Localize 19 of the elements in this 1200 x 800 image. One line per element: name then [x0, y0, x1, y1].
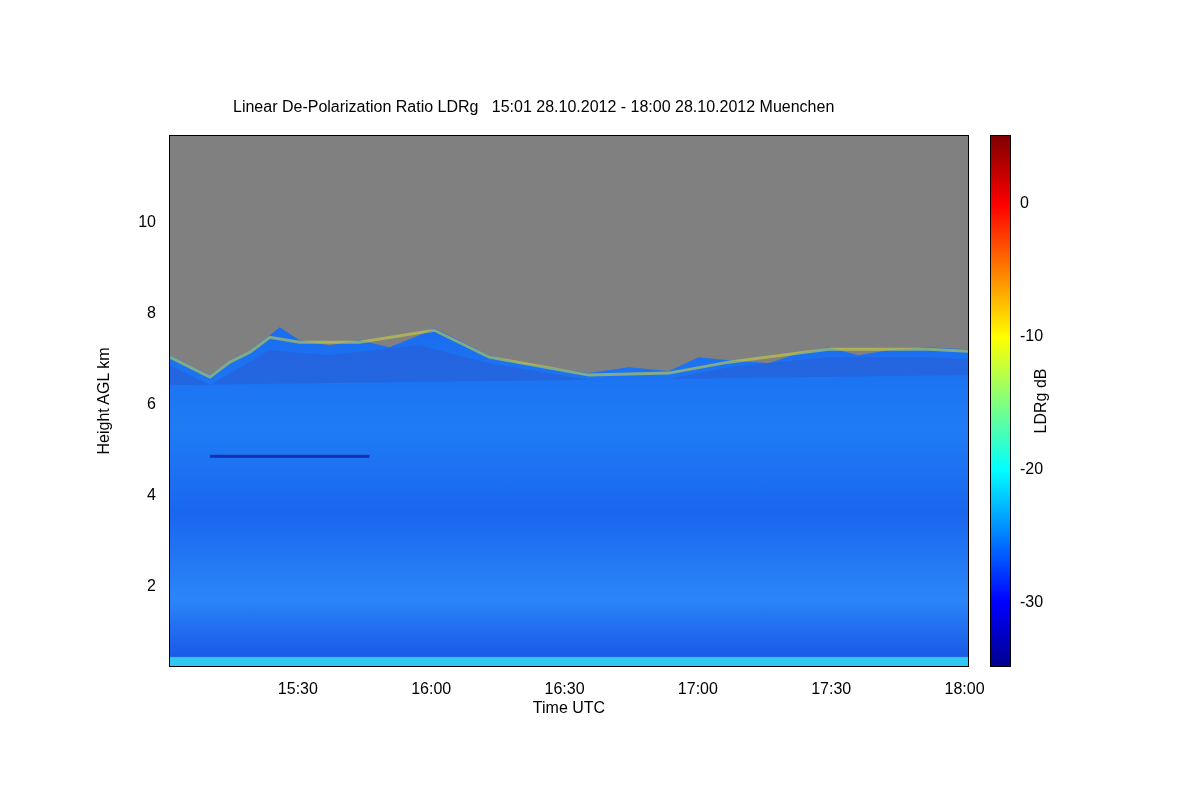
- x-tick-label: 15:30: [277, 680, 318, 698]
- y-tick-label: 6: [147, 395, 156, 414]
- colorbar-tick-label: 0: [1020, 193, 1029, 212]
- y-tick-label: 2: [147, 577, 156, 596]
- y-tick-label: 8: [147, 304, 156, 323]
- colorbar-label: LDRg dB: [1032, 368, 1050, 434]
- x-tick-label: 18:00: [944, 680, 985, 698]
- y-axis-label: Height AGL km: [95, 347, 113, 455]
- colorbar-tick-label: -10: [1020, 326, 1044, 345]
- colorbar-tick-label: -30: [1020, 592, 1044, 611]
- y-tick-label: 10: [138, 213, 156, 232]
- y-tick-label: 4: [147, 486, 156, 505]
- x-tick-label: 16:30: [544, 680, 585, 698]
- x-tick-label: 17:00: [677, 680, 718, 698]
- x-tick-label: 16:00: [411, 680, 452, 698]
- colorbar-tick-label: -20: [1020, 459, 1044, 478]
- x-tick-label: 17:30: [811, 680, 852, 698]
- plot-title: Linear De-Polarization Ratio LDRg 15:01 28.10.2012 - 18:00 28.10.2012 Muenchen: [232, 98, 836, 117]
- x-axis-label: Time UTC: [531, 699, 607, 717]
